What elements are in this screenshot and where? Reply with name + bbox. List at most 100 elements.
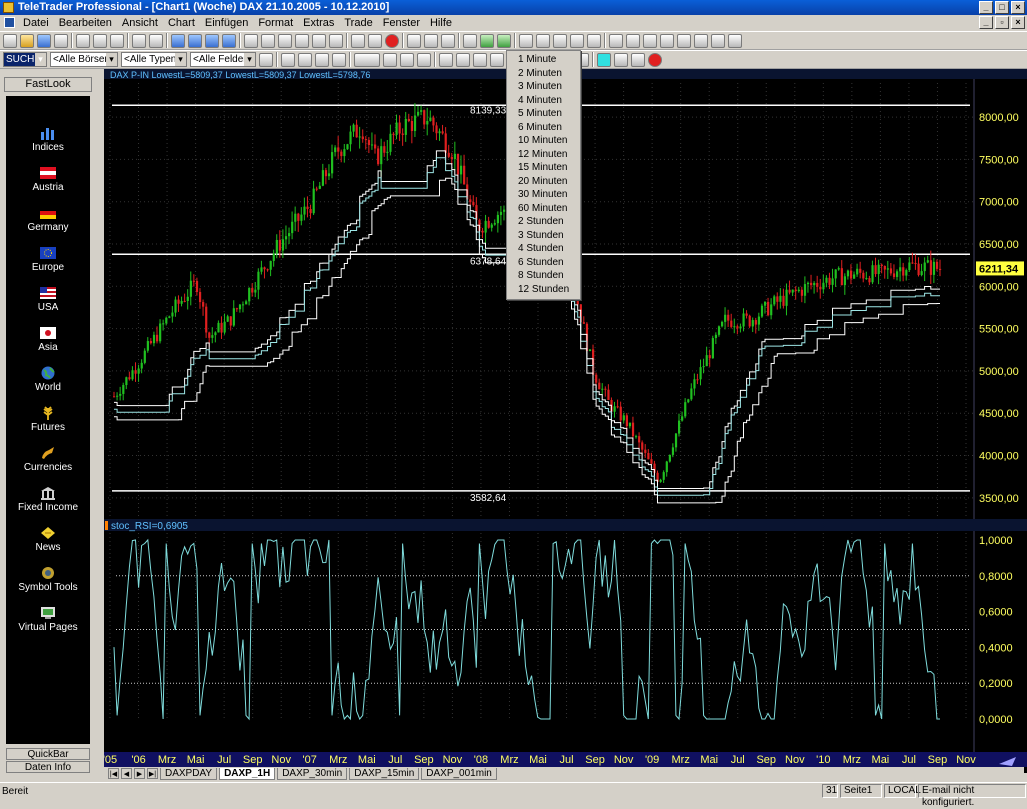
document-icon[interactable]: [4, 17, 15, 28]
fastlook-item-austria[interactable]: Austria: [6, 166, 90, 193]
interval-option[interactable]: 4 Stunden: [518, 243, 564, 254]
doc2-icon[interactable]: [536, 33, 550, 48]
tab-daxp-30min[interactable]: DAXP_30min: [277, 767, 348, 780]
delete-drawings-icon[interactable]: [648, 52, 662, 67]
page-icon[interactable]: [205, 33, 219, 48]
clock-icon[interactable]: [351, 33, 365, 48]
fastlook-item-indices[interactable]: Indices: [6, 126, 90, 153]
interval-option[interactable]: 8 Stunden: [518, 270, 564, 281]
menu-extras[interactable]: Extras: [298, 15, 339, 31]
interval-option[interactable]: 15 Minuten: [518, 162, 567, 173]
panel1-icon[interactable]: [609, 33, 623, 48]
text-abc-icon[interactable]: [456, 52, 470, 67]
news-doc-icon[interactable]: [519, 33, 533, 48]
interval-option[interactable]: 6 Minuten: [518, 122, 562, 133]
fastlook-item-futures[interactable]: Futures: [6, 406, 90, 433]
grid-icon[interactable]: [441, 33, 455, 48]
print-icon[interactable]: [132, 33, 146, 48]
refresh-icon[interactable]: [329, 33, 343, 48]
table-icon[interactable]: [424, 33, 438, 48]
interval-option[interactable]: 12 Minuten: [518, 149, 567, 160]
paste-icon[interactable]: [110, 33, 124, 48]
child-restore-button[interactable]: ▫: [995, 16, 1009, 29]
doc4-icon[interactable]: [570, 33, 584, 48]
panel5-icon[interactable]: [677, 33, 691, 48]
layer-icon[interactable]: [614, 52, 628, 67]
chart-window-icon[interactable]: [407, 33, 421, 48]
interval-option[interactable]: 3 Minuten: [518, 81, 562, 92]
doc3-icon[interactable]: [553, 33, 567, 48]
menu-hilfe[interactable]: Hilfe: [425, 15, 457, 31]
color-picker-icon[interactable]: [597, 52, 611, 67]
tab-daxp-15min[interactable]: DAXP_15min: [349, 767, 420, 780]
child-close-button[interactable]: ×: [1011, 16, 1025, 29]
type-combo[interactable]: <Alle Typen>: [121, 52, 187, 67]
panel7-icon[interactable]: [711, 33, 725, 48]
menu-fenster[interactable]: Fenster: [378, 15, 425, 31]
tab-daxp-1h[interactable]: DAXP_1H: [219, 767, 276, 780]
line-chart-icon[interactable]: [480, 33, 494, 48]
tab-next-button[interactable]: ▶: [134, 768, 145, 779]
zoom-out-icon[interactable]: [261, 33, 275, 48]
panel3-icon[interactable]: [643, 33, 657, 48]
fit-icon[interactable]: [312, 33, 326, 48]
chart-type-icon[interactable]: [497, 33, 511, 48]
tab-prev-button[interactable]: ◀: [121, 768, 132, 779]
interval-option[interactable]: 4 Minuten: [518, 95, 562, 106]
hand-icon[interactable]: [315, 52, 329, 67]
menu-bearbeiten[interactable]: Bearbeiten: [54, 15, 117, 31]
close-button[interactable]: ×: [1011, 1, 1025, 14]
magnet-icon[interactable]: [332, 52, 346, 67]
fastlook-item-virtual-pages[interactable]: Virtual Pages: [6, 606, 90, 633]
scroll-right-icon[interactable]: [295, 33, 309, 48]
monitor-icon[interactable]: [171, 33, 185, 48]
rectangle-icon[interactable]: [383, 52, 397, 67]
panel8-icon[interactable]: [728, 33, 742, 48]
zoom-in-icon[interactable]: [244, 33, 258, 48]
interval-option[interactable]: 5 Minuten: [518, 108, 562, 119]
go-arrow-icon[interactable]: [259, 52, 273, 67]
interval-option[interactable]: 6 Stunden: [518, 257, 564, 268]
menu-datei[interactable]: Datei: [18, 15, 54, 31]
fastlook-item-usa[interactable]: USA: [6, 286, 90, 313]
interval-option[interactable]: 30 Minuten: [518, 189, 567, 200]
new-icon[interactable]: [3, 33, 17, 48]
menu-einfuegen[interactable]: Einfügen: [200, 15, 253, 31]
panel6-icon[interactable]: [694, 33, 708, 48]
line-style-icon[interactable]: [354, 52, 380, 67]
field-combo[interactable]: <Alle Felder>: [190, 52, 256, 67]
fastlook-item-europe[interactable]: Europe: [6, 246, 90, 273]
target-icon[interactable]: [490, 52, 504, 67]
interval-option[interactable]: 12 Stunden: [518, 284, 569, 295]
clock-history-icon[interactable]: [368, 33, 382, 48]
print-preview-icon[interactable]: [149, 33, 163, 48]
fastlook-item-asia[interactable]: Asia: [6, 326, 90, 353]
exchange-combo[interactable]: <Alle Börsen>: [50, 52, 118, 67]
layout-icon[interactable]: [222, 33, 236, 48]
menu-format[interactable]: Format: [253, 15, 298, 31]
fastlook-item-fixed-income[interactable]: Fixed Income: [6, 486, 90, 513]
interval-option[interactable]: 10 Minuten: [518, 135, 567, 146]
tab-last-button[interactable]: ▶|: [147, 768, 158, 779]
save-icon[interactable]: [37, 33, 51, 48]
interval-option[interactable]: 2 Stunden: [518, 216, 564, 227]
tab-daxpday[interactable]: DAXPDAY: [160, 767, 218, 780]
interval-option[interactable]: 3 Stunden: [518, 230, 564, 241]
binoculars-icon[interactable]: [587, 33, 601, 48]
menu-chart[interactable]: Chart: [163, 15, 200, 31]
child-minimize-button[interactable]: _: [979, 16, 993, 29]
scroll-left-icon[interactable]: [278, 33, 292, 48]
fastlook-item-news[interactable]: News: [6, 526, 90, 553]
interval-option[interactable]: 20 Minuten: [518, 176, 567, 187]
menu-ansicht[interactable]: Ansicht: [117, 15, 163, 31]
fastlook-item-symbol-tools[interactable]: Symbol Tools: [6, 566, 90, 593]
interval-option[interactable]: 1 Minute: [518, 54, 556, 65]
open-folder-icon[interactable]: [20, 33, 34, 48]
save-all-icon[interactable]: [54, 33, 68, 48]
panel2-icon[interactable]: [626, 33, 640, 48]
pointer-icon[interactable]: [281, 52, 295, 67]
copy-icon[interactable]: [93, 33, 107, 48]
menu-trade[interactable]: Trade: [339, 15, 377, 31]
crosshair-icon[interactable]: [298, 52, 312, 67]
tab-daxp-001min[interactable]: DAXP_001min: [421, 767, 497, 780]
